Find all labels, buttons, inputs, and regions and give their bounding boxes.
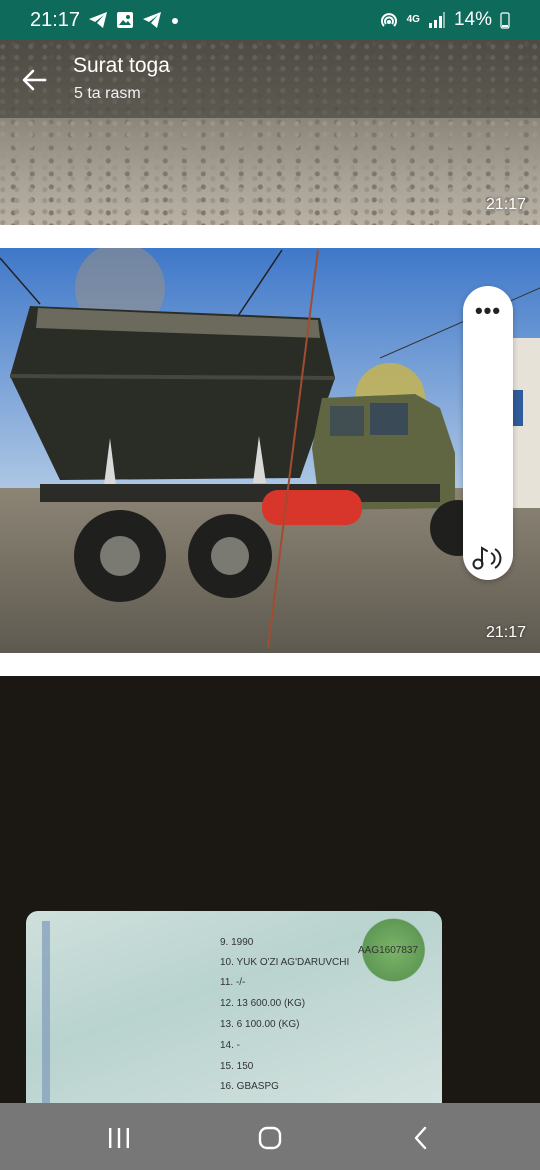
document-row: 12. 13 600.00 (KG) xyxy=(220,998,306,1009)
chevron-left-icon xyxy=(414,1126,427,1150)
photo-timestamp: 21:17 xyxy=(485,196,526,213)
status-bar: 21:17 4G 14% xyxy=(0,0,540,40)
telegram-icon xyxy=(89,12,108,28)
photo-truck[interactable]: 21:17 xyxy=(0,248,540,653)
document-row: 11. -/- xyxy=(220,977,246,988)
battery-icon xyxy=(500,12,510,29)
home-icon xyxy=(258,1126,282,1150)
status-time: 21:17 xyxy=(30,8,81,31)
page-title: Surat toga xyxy=(73,54,170,77)
truck-image xyxy=(0,248,540,653)
document-serial: AAG1607837 xyxy=(358,945,419,956)
gallery-icon xyxy=(117,12,134,28)
photo-timestamp: 21:17 xyxy=(485,624,526,641)
registration-document: AAG1607837 9. 1990 10. YUK O'ZI AG'DARUV… xyxy=(26,911,442,1106)
sound-assist-icon[interactable] xyxy=(471,542,505,572)
battery-percent: 14% xyxy=(453,9,492,30)
document-row: 13. 6 100.00 (KG) xyxy=(220,1019,300,1030)
arrow-left-icon xyxy=(22,69,47,91)
more-options-icon[interactable]: ••• xyxy=(463,298,513,324)
photo-document[interactable]: AAG1607837 9. 1990 10. YUK O'ZI AG'DARUV… xyxy=(0,676,540,1106)
document-row: 9. 1990 xyxy=(220,937,254,948)
signal-icon xyxy=(428,12,445,28)
recents-button[interactable] xyxy=(99,1121,139,1155)
dot-icon xyxy=(172,18,179,24)
document-row: 15. 150 xyxy=(220,1061,254,1072)
network-type: 4G xyxy=(406,14,420,25)
recents-icon xyxy=(109,1128,129,1148)
home-button[interactable] xyxy=(250,1121,290,1155)
document-row: 10. YUK O'ZI AG'DARUVCHI xyxy=(220,957,350,968)
floating-control[interactable]: ••• xyxy=(463,286,513,580)
telegram-icon xyxy=(143,12,162,28)
system-nav-bar xyxy=(0,1103,540,1170)
hotspot-icon xyxy=(380,13,397,27)
document-row: 14. - xyxy=(220,1040,241,1051)
back-button[interactable] xyxy=(16,62,52,98)
app-bar: Surat toga 5 ta rasm xyxy=(0,40,540,118)
document-row: 16. GBASPG xyxy=(220,1081,279,1092)
system-back-button[interactable] xyxy=(401,1121,441,1155)
photo-count: 5 ta rasm xyxy=(74,85,141,102)
